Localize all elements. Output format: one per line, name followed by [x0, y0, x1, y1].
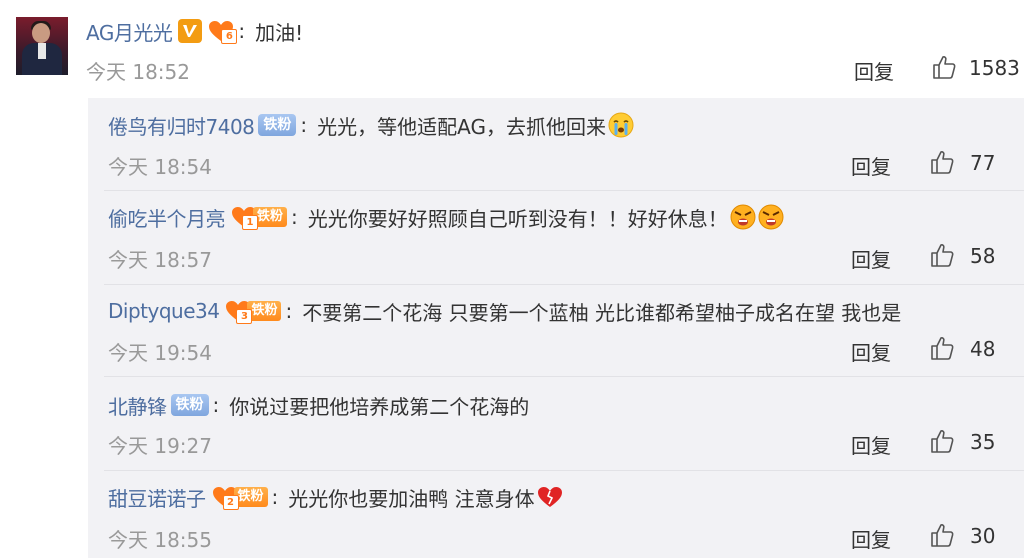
fan-badge: 铁粉 — [247, 301, 282, 321]
reply-button[interactable]: 回复 — [851, 244, 891, 273]
fan-level-number: 2 — [222, 495, 239, 510]
angry-emoji-icon — [758, 204, 784, 230]
reply-time: 今天 18:55 — [108, 528, 212, 552]
reply-username[interactable]: 偷吃半个月亮 — [108, 203, 226, 232]
reply-username[interactable]: 北静锋 — [108, 391, 167, 420]
thumbs-up-icon[interactable] — [929, 522, 955, 548]
colon-separator: : — [271, 485, 279, 509]
reply-line: 倦鸟有归时7408 铁粉 : 光光，等他适配AG，去抓他回来 — [108, 110, 634, 140]
thumbs-up-icon[interactable] — [929, 428, 955, 454]
reply-line: 甜豆诺诺子 2 铁粉 : 光光你也要加油鸭 注意身体 — [108, 482, 563, 512]
reply-text: 不要第二个花海 只要第一个蓝柚 光比谁都希望柚子成名在望 我也是 — [302, 300, 902, 325]
reply-button[interactable]: 回复 — [851, 337, 891, 366]
reply-username[interactable]: 倦鸟有归时7408 — [108, 111, 255, 140]
broken-heart-emoji-icon — [537, 487, 562, 507]
reply-text: 光光，等他适配AG，去抓他回来 — [317, 114, 606, 139]
fan-level-heart-icon: 6 — [208, 20, 238, 44]
colon-separator: : — [238, 19, 246, 43]
reply-line: Diptyque34 3 铁粉 : 不要第二个花海 只要第一个蓝柚 光比谁都希望… — [108, 296, 901, 326]
colon-separator: : — [291, 205, 298, 229]
thumbs-up-icon[interactable] — [929, 149, 955, 175]
fan-level-heart-icon: 1 铁粉 — [231, 206, 288, 230]
thumbs-up-icon[interactable] — [931, 54, 957, 80]
fan-level-heart-icon: 2 铁粉 — [212, 486, 268, 510]
reply-text: 你说过要把他培养成第二个花海的 — [229, 394, 530, 419]
fan-badge: 铁粉 — [253, 207, 288, 227]
avatar[interactable] — [16, 17, 68, 75]
reply-list: 倦鸟有归时7408 铁粉 : 光光，等他适配AG，去抓他回来 今天 18:54 … — [88, 98, 1024, 558]
reply-button[interactable]: 回复 — [851, 151, 891, 180]
divider — [104, 284, 1024, 285]
like-count: 30 — [970, 524, 996, 548]
reply-line: 偷吃半个月亮 1 铁粉 : 光光你要好好照顾自己听到没有！！好好休息！ — [108, 202, 784, 232]
reply-time: 今天 19:27 — [108, 434, 212, 458]
main-comment: AG月光光 6 : 加油! 今天 18:52 回复 1583 — [0, 0, 1024, 100]
colon-separator: : — [300, 113, 308, 137]
like-count: 58 — [970, 244, 996, 268]
fan-badge: 铁粉 — [233, 487, 268, 507]
main-comment-text: 加油! — [255, 20, 304, 45]
thumbs-up-icon[interactable] — [929, 335, 955, 361]
like-count: 48 — [970, 337, 996, 361]
like-count: 77 — [970, 151, 996, 175]
colon-separator: : — [285, 299, 293, 323]
reply-text: 光光你也要加油鸭 注意身体 — [288, 486, 535, 511]
like-count: 35 — [970, 430, 996, 454]
reply-button[interactable]: 回复 — [851, 524, 891, 553]
fan-badge: 铁粉 — [170, 394, 209, 416]
main-time: 今天 18:52 — [86, 60, 190, 84]
reply-time: 今天 19:54 — [108, 341, 212, 365]
main-like-count: 1583 — [969, 56, 1020, 80]
fan-level-number: 1 — [242, 215, 258, 230]
fan-level-number: 6 — [221, 29, 238, 44]
fan-badge: 铁粉 — [258, 114, 297, 136]
verified-v-icon — [178, 19, 203, 43]
reply-line: 北静锋 铁粉 : 你说过要把他培养成第二个花海的 — [108, 390, 529, 420]
reply-time: 今天 18:54 — [108, 155, 212, 179]
fan-level-heart-icon: 3 铁粉 — [225, 300, 282, 324]
reply-time: 今天 18:57 — [108, 248, 212, 272]
cry-emoji-icon — [608, 112, 634, 138]
main-comment-line: AG月光光 6 : 加油! — [86, 16, 303, 46]
angry-emoji-icon — [730, 204, 756, 230]
divider — [104, 470, 1024, 471]
reply-text: 光光你要好好照顾自己听到没有！！好好休息！ — [307, 206, 728, 231]
thumbs-up-icon[interactable] — [929, 242, 955, 268]
main-username[interactable]: AG月光光 — [86, 17, 173, 46]
reply-button[interactable]: 回复 — [851, 430, 891, 459]
divider — [104, 190, 1024, 191]
colon-separator: : — [212, 393, 220, 417]
divider — [104, 376, 1024, 377]
reply-username[interactable]: Diptyque34 — [108, 299, 220, 323]
main-reply-button[interactable]: 回复 — [854, 56, 894, 85]
reply-username[interactable]: 甜豆诺诺子 — [108, 483, 206, 512]
fan-level-number: 3 — [236, 309, 253, 324]
